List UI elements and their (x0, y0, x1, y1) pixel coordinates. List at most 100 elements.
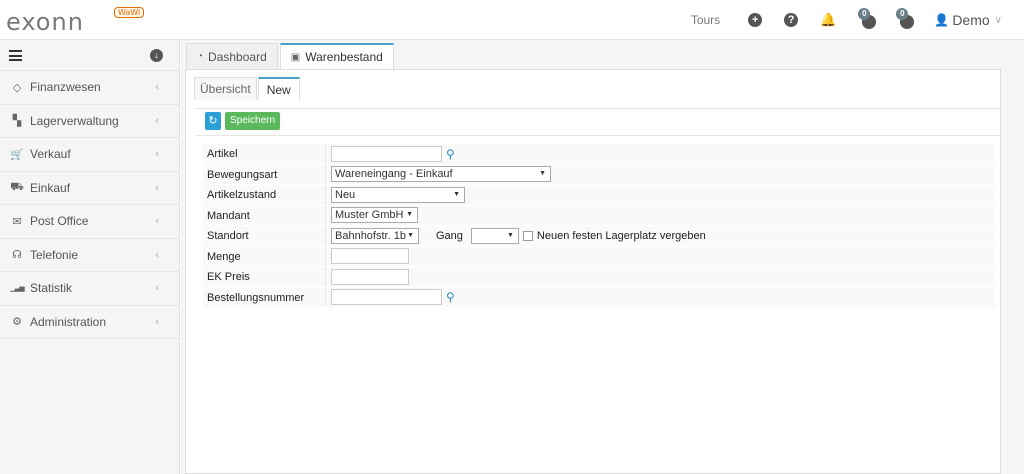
sidebar-item-einkauf[interactable]: ⛟ Einkauf ‹ (0, 172, 179, 205)
bewegungsart-select[interactable]: Wareneingang - Einkauf ▼ (331, 166, 551, 183)
form-toolbar: ↻ Speichern (195, 108, 1000, 136)
chevron-left-icon: ‹ (155, 282, 159, 295)
sub-tabs: Übersicht New (194, 77, 301, 100)
content-panel: Übersicht New ↻ Speichern Artikel ⚲ Bewe… (185, 69, 1001, 474)
ekpreis-input[interactable] (331, 268, 409, 285)
refresh-button[interactable]: ↻ (205, 112, 221, 130)
diamond-icon: ◇ (12, 81, 22, 94)
chevron-left-icon: ‹ (155, 315, 159, 328)
artikel-input[interactable] (331, 145, 442, 162)
mandant-label: Mandant (203, 205, 326, 225)
artikelzustand-value: Neu (335, 188, 356, 201)
logo-badge: WaWi (114, 7, 145, 18)
neuer-lagerplatz-checkbox[interactable] (522, 230, 533, 241)
sidebar-item-label: Post Office (30, 214, 89, 229)
chevron-down-icon: ∨ (994, 14, 1002, 26)
sidebar-item-telefonie[interactable]: ☊ Telefonie ‹ (0, 239, 179, 272)
sidebar-item-post-office[interactable]: ✉ Post Office ‹ (0, 205, 179, 239)
menge-label: Menge (203, 246, 326, 266)
sidebar-header: ↓ (0, 40, 179, 71)
bewegungsart-value: Wareneingang - Einkauf (335, 168, 453, 181)
main-tabs: ◔ Dashboard ▣ Warenbestand (186, 43, 396, 69)
gears-icon: ⚙ (12, 316, 22, 329)
form-row-menge: Menge (203, 246, 995, 267)
sidebar-item-label: Finanzwesen (30, 80, 101, 95)
chevron-left-icon: ‹ (155, 215, 159, 228)
truck-icon: ⛟ (10, 180, 24, 193)
envelope-icon: ✉ (12, 215, 22, 228)
top-nav: Tours + ? 🔔 0 0 👤 Demo ∨ (691, 0, 1002, 40)
dropdown-arrow-icon: ▼ (406, 211, 413, 219)
cart-icon: 🛒 (10, 148, 24, 161)
dropdown-arrow-icon: ▼ (539, 170, 546, 178)
form-row-bestellungsnummer: Bestellungsnummer ⚲ (203, 287, 995, 308)
sidebar-item-label: Einkauf (30, 180, 71, 195)
standort-select[interactable]: Bahnhofstr. 1b ▼ (331, 227, 419, 244)
dropdown-arrow-icon: ▼ (453, 190, 460, 198)
sidebar: ↓ ◇ Finanzwesen ‹ ▚ Lagerverwaltung ‹ 🛒 … (0, 40, 180, 474)
gang-select[interactable]: ▼ (470, 227, 519, 244)
tab-label: Dashboard (208, 49, 267, 64)
bar-chart-icon: ▁▃▅ (10, 285, 24, 293)
search-icon[interactable]: ⚲ (446, 147, 455, 161)
artikel-label: Artikel (203, 144, 326, 164)
app-logo[interactable]: exonn WaWi (6, 7, 145, 36)
form-row-ekpreis: EK Preis (203, 267, 995, 288)
neuer-lagerplatz-label: Neuen festen Lagerplatz vergeben (536, 229, 706, 242)
alerts-notification[interactable]: 0 (858, 8, 877, 29)
help-icon[interactable]: ? (784, 13, 799, 27)
subtab-new[interactable]: New (257, 77, 300, 100)
menge-input[interactable] (331, 248, 409, 265)
chevron-left-icon: ‹ (155, 148, 159, 161)
main-content: ◔ Dashboard ▣ Warenbestand Übersicht New… (181, 40, 1024, 474)
logo-text: exonn (6, 8, 84, 36)
plus-icon[interactable]: + (748, 13, 763, 27)
tab-warenbestand[interactable]: ▣ Warenbestand (279, 43, 394, 69)
arrow-down-circle-icon[interactable]: ↓ (150, 49, 163, 62)
standort-label: Standort (203, 226, 326, 246)
dropdown-arrow-icon: ▼ (407, 231, 414, 239)
headset-icon: ☊ (12, 249, 22, 262)
dashboard-icon: ◔ (197, 51, 204, 62)
tab-dashboard[interactable]: ◔ Dashboard (186, 43, 278, 69)
messages-notification[interactable]: 0 (896, 8, 915, 29)
sidebar-item-label: Lagerverwaltung (30, 113, 119, 128)
sidebar-item-label: Administration (30, 314, 107, 329)
standort-value: Bahnhofstr. 1b (335, 229, 406, 242)
sidebar-item-label: Verkauf (30, 147, 71, 162)
chevron-left-icon: ‹ (155, 81, 159, 94)
refresh-icon: ↻ (208, 115, 218, 127)
save-button[interactable]: Speichern (225, 112, 281, 130)
bestellungsnummer-input[interactable] (331, 289, 442, 306)
ekpreis-label: EK Preis (203, 267, 326, 287)
form-row-artikelzustand: Artikelzustand Neu ▼ (203, 185, 995, 206)
form-row-standort: Standort Bahnhofstr. 1b ▼ Gang ▼ Neuen f… (203, 226, 995, 247)
sidebar-item-finanzwesen[interactable]: ◇ Finanzwesen ‹ (0, 71, 179, 105)
sidebar-item-label: Telefonie (30, 247, 79, 262)
hamburger-icon[interactable] (9, 50, 22, 61)
sidebar-item-administration[interactable]: ⚙ Administration ‹ (0, 306, 179, 339)
tours-link[interactable]: Tours (691, 13, 720, 27)
sidebar-item-lagerverwaltung[interactable]: ▚ Lagerverwaltung ‹ (0, 105, 179, 138)
bewegungsart-label: Bewegungsart (203, 164, 326, 184)
warehouse-icon: ▚ (12, 115, 22, 128)
user-menu[interactable]: 👤 Demo ∨ (934, 12, 1002, 28)
form-row-artikel: Artikel ⚲ (203, 144, 995, 165)
stock-movement-form: Artikel ⚲ Bewegungsart Wareneingang - Ei… (203, 144, 995, 308)
search-icon[interactable]: ⚲ (446, 290, 455, 304)
artikelzustand-select[interactable]: Neu ▼ (331, 186, 465, 203)
cube-icon: ▣ (290, 51, 301, 63)
bell-icon[interactable]: 🔔 (820, 12, 836, 28)
sidebar-item-label: Statistik (30, 281, 73, 296)
gang-label: Gang (436, 229, 463, 242)
tab-label: Warenbestand (305, 50, 383, 64)
top-bar: exonn WaWi Tours + ? 🔔 0 0 👤 Demo ∨ (0, 0, 1024, 40)
sidebar-item-verkauf[interactable]: 🛒 Verkauf ‹ (0, 138, 179, 172)
user-icon: 👤 (934, 13, 950, 27)
subtab-uebersicht[interactable]: Übersicht (194, 77, 257, 100)
mandant-value: Muster GmbH (335, 209, 404, 222)
bestellungsnummer-label: Bestellungsnummer (203, 287, 326, 307)
sidebar-item-statistik[interactable]: ▁▃▅ Statistik ‹ (0, 272, 179, 306)
form-row-mandant: Mandant Muster GmbH ▼ (203, 205, 995, 226)
mandant-select[interactable]: Muster GmbH ▼ (331, 207, 418, 224)
